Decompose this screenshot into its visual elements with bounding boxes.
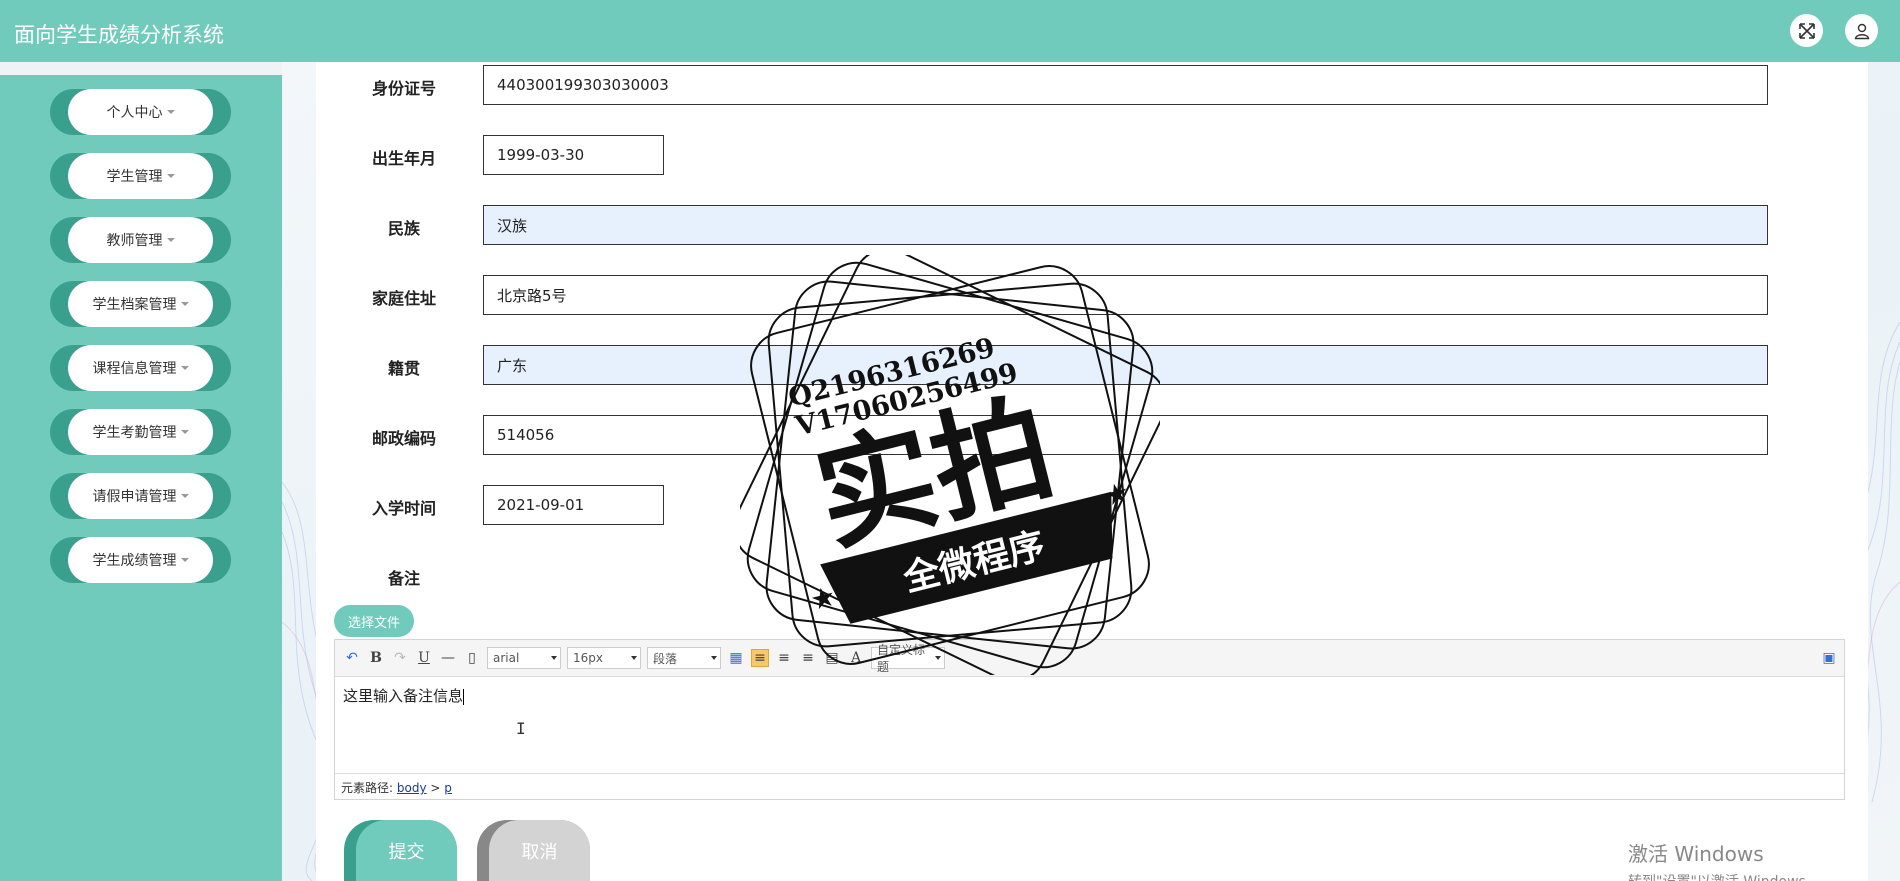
enroll-date-label: 入学时间 (371, 499, 436, 518)
source-code-icon[interactable]: ▣ (1820, 649, 1838, 667)
text-caret (463, 688, 465, 705)
sidebar-item-label: 学生考勤管理 (92, 425, 177, 441)
align-left-icon[interactable]: ≡ (751, 649, 769, 667)
postcode-label: 邮政编码 (371, 429, 436, 448)
sidebar: 个人中心 学生管理 教师管理 学生档案管理 课程信息管理 学生考勤管理 请假申请… (0, 75, 282, 881)
submit-label: 提交 (356, 820, 457, 881)
font-family-select[interactable]: arial (487, 647, 561, 669)
horizontal-rule-icon[interactable]: — (439, 649, 457, 667)
font-size-value: 16px (573, 651, 603, 665)
bold-icon[interactable]: B (367, 649, 385, 667)
remark-editor: ↶ B ↷ U — ▯ arial 16px 段落 ▦ ≡ ≡ ≡ ▤ A 自定… (334, 639, 1845, 800)
text-cursor-icon: I (516, 719, 526, 738)
remark-label: 备注 (387, 569, 420, 588)
sidebar-item-label: 学生管理 (106, 169, 163, 185)
activation-line1: 激活 Windows (1628, 842, 1764, 866)
ethnicity-field[interactable]: 汉族 (483, 205, 1768, 245)
fullscreen-icon (1798, 22, 1815, 39)
id-card-field[interactable]: 440300199303030003 (483, 65, 1768, 105)
postcode-field[interactable]: 514056 (483, 415, 1768, 455)
ethnicity-label: 民族 (387, 219, 420, 238)
cancel-label: 取消 (489, 820, 590, 881)
native-place-field[interactable]: 广东 (483, 345, 1768, 385)
path-p-link[interactable]: p (444, 781, 452, 795)
sidebar-item-attendance[interactable]: 学生考勤管理 (50, 409, 231, 455)
sidebar-item-teacher-management[interactable]: 教师管理 (50, 217, 231, 263)
choose-file-button[interactable]: 选择文件 (334, 605, 414, 637)
sidebar-item-leave-request[interactable]: 请假申请管理 (50, 473, 231, 519)
sidebar-item-personal-center[interactable]: 个人中心 (50, 89, 231, 135)
underline-icon[interactable]: U (415, 649, 433, 667)
enroll-date-field[interactable]: 2021-09-01 (483, 485, 664, 525)
sidebar-item-student-management[interactable]: 学生管理 (50, 153, 231, 199)
sidebar-item-label: 学生档案管理 (92, 297, 177, 313)
sidebar-item-label: 个人中心 (106, 105, 163, 121)
chevron-down-icon (180, 558, 189, 562)
custom-title-select[interactable]: 自定义标题 (871, 643, 945, 674)
sidebar-item-label: 学生成绩管理 (92, 553, 177, 569)
custom-title-value: 自定义标题 (877, 643, 926, 674)
chevron-down-icon (551, 656, 557, 660)
path-separator: > (430, 781, 441, 795)
font-color-icon[interactable]: A (847, 649, 865, 667)
chevron-down-icon (631, 656, 637, 660)
paragraph-select[interactable]: 段落 (647, 647, 721, 669)
editor-content-area[interactable]: 这里输入备注信息 I (335, 677, 1844, 773)
fullscreen-button[interactable] (1790, 14, 1823, 47)
sidebar-item-course-info[interactable]: 课程信息管理 (50, 345, 231, 391)
address-label: 家庭住址 (371, 289, 436, 308)
paragraph-value: 段落 (653, 651, 678, 666)
sidebar-item-student-archive[interactable]: 学生档案管理 (50, 281, 231, 327)
app-title: 面向学生成绩分析系统 (14, 23, 224, 47)
cancel-button[interactable]: 取消 (477, 820, 590, 881)
chevron-down-icon (711, 656, 717, 660)
id-card-label: 身份证号 (371, 79, 436, 98)
chevron-down-icon (180, 494, 189, 498)
editor-element-path: 元素路径: body > p (335, 773, 1844, 799)
align-center-icon[interactable]: ≡ (799, 649, 817, 667)
submit-button[interactable]: 提交 (344, 820, 457, 881)
page-icon[interactable]: ▯ (463, 649, 481, 667)
path-body-link[interactable]: body (397, 781, 427, 795)
editor-content-text: 这里输入备注信息 (343, 687, 464, 705)
chevron-down-icon (180, 430, 189, 434)
element-path-label: 元素路径: (341, 781, 394, 795)
sidebar-item-label: 课程信息管理 (92, 361, 177, 377)
redo-icon[interactable]: ↷ (391, 649, 409, 667)
sidebar-item-grades[interactable]: 学生成绩管理 (50, 537, 231, 583)
chevron-down-icon (166, 238, 175, 242)
address-field[interactable]: 北京路5号 (483, 275, 1768, 315)
justify-icon[interactable]: ▤ (823, 649, 841, 667)
top-header: 面向学生成绩分析系统 (0, 0, 1900, 62)
chevron-down-icon (935, 656, 941, 660)
align-right-icon[interactable]: ≡ (775, 649, 793, 667)
activation-line2: 转到"设置"以激活 Windows。 (1628, 871, 1820, 881)
chevron-down-icon (166, 174, 175, 178)
birth-label: 出生年月 (371, 149, 436, 168)
windows-activation-notice: 激活 Windows 转到"设置"以激活 Windows。 (1628, 838, 1820, 881)
editor-toolbar: ↶ B ↷ U — ▯ arial 16px 段落 ▦ ≡ ≡ ≡ ▤ A 自定… (335, 640, 1844, 677)
native-place-label: 籍贯 (387, 359, 420, 378)
sidebar-item-label: 教师管理 (106, 233, 163, 249)
chevron-down-icon (180, 366, 189, 370)
sidebar-item-label: 请假申请管理 (92, 489, 177, 505)
user-button[interactable] (1845, 14, 1878, 47)
birth-field[interactable]: 1999-03-30 (483, 135, 664, 175)
font-family-value: arial (493, 651, 520, 665)
chevron-down-icon (180, 302, 189, 306)
undo-icon[interactable]: ↶ (343, 649, 361, 667)
chevron-down-icon (166, 110, 175, 114)
user-icon (1854, 23, 1869, 39)
font-size-select[interactable]: 16px (567, 647, 641, 669)
table-icon[interactable]: ▦ (727, 649, 745, 667)
